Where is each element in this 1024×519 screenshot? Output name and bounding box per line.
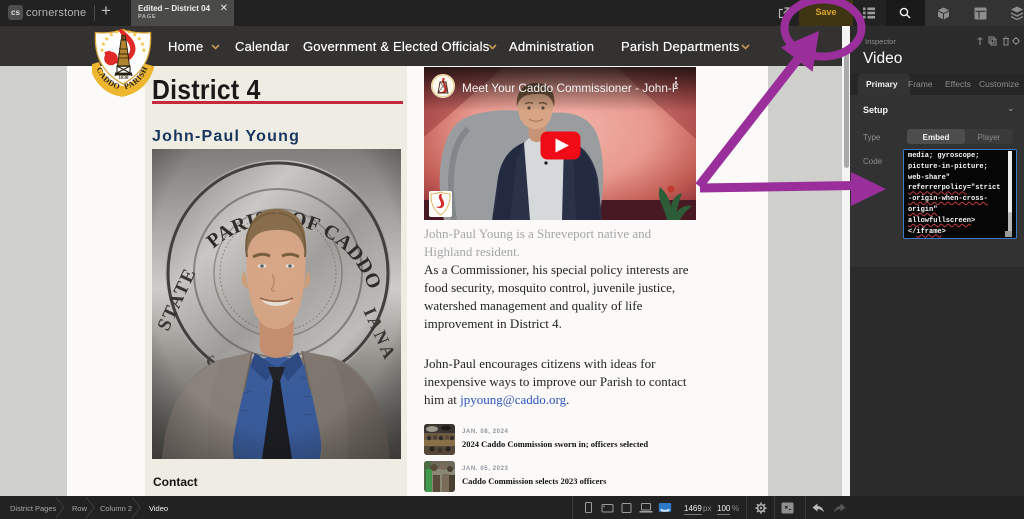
svg-text:1838: 1838 — [119, 76, 130, 81]
